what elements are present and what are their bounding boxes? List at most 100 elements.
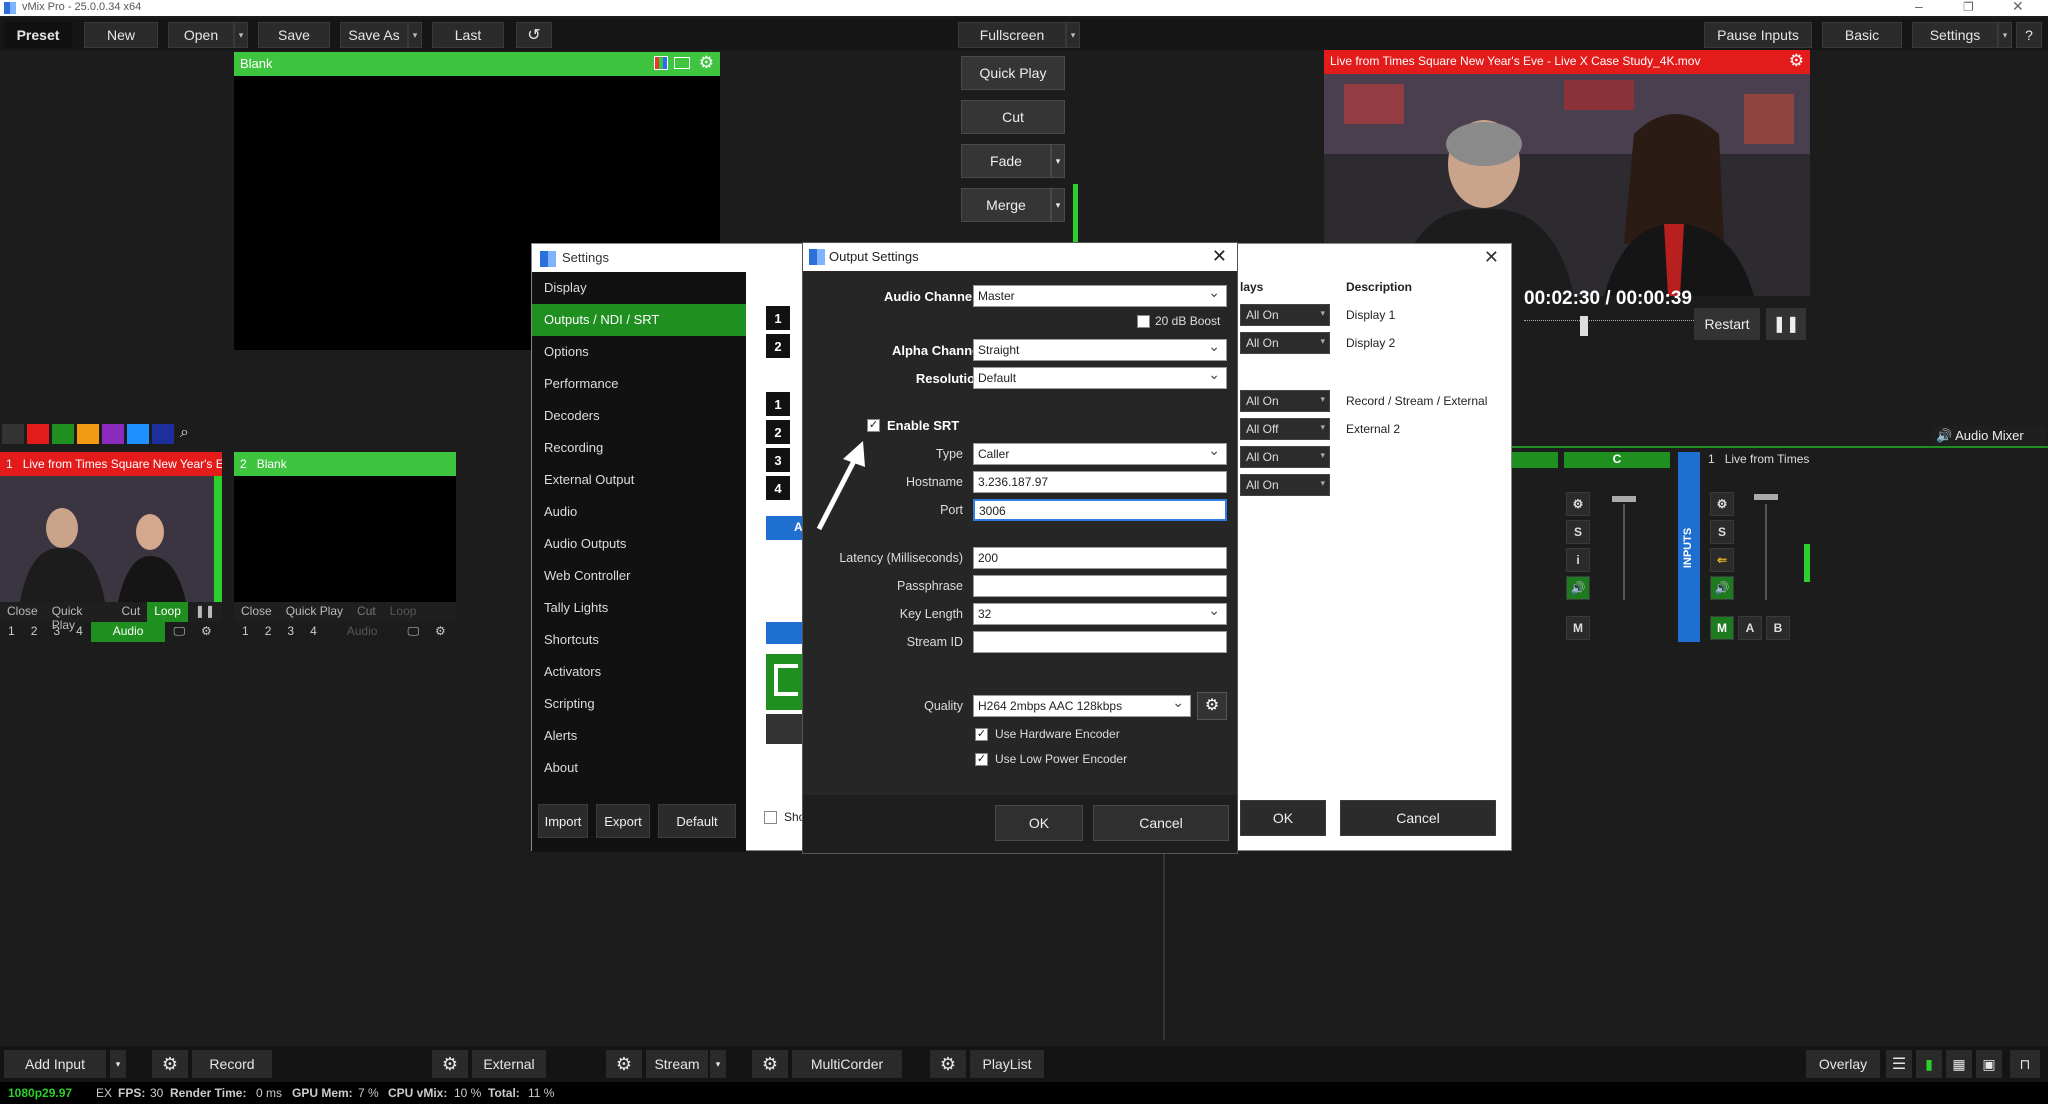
close-icon[interactable]: ✕ (2012, 0, 2024, 15)
monitor-icon[interactable]: 🖵 (165, 622, 193, 642)
multicorder-button[interactable]: MultiCorder (792, 1050, 902, 1078)
help-button[interactable]: ? (2016, 22, 2042, 48)
output-cancel-button[interactable]: Cancel (1093, 805, 1229, 841)
settings-sidebar-item[interactable]: Options (532, 336, 746, 368)
stream-id-input[interactable] (973, 631, 1227, 653)
open-dropdown-icon[interactable]: ▾ (234, 22, 248, 48)
enable-srt-checkbox[interactable]: ✓ (867, 419, 880, 432)
audio-button[interactable]: Audio (325, 622, 400, 642)
settings-sidebar-item[interactable]: External Output (532, 464, 746, 496)
external-button[interactable]: External (472, 1050, 546, 1078)
basic-button[interactable]: Basic (1822, 22, 1902, 48)
gear-icon[interactable]: ⚙ (699, 53, 714, 73)
srt-button[interactable] (766, 622, 806, 644)
close-icon[interactable]: ✕ (1484, 247, 1499, 268)
arrow-left-icon[interactable]: ⇐ (1710, 548, 1734, 572)
volume-fader[interactable] (1754, 494, 1778, 500)
solo-button[interactable]: S (1710, 520, 1734, 544)
undo-icon[interactable]: ↺ (516, 22, 552, 48)
fade-button[interactable]: Fade (961, 144, 1051, 178)
low-power-encoder-checkbox[interactable]: ✓ (975, 753, 988, 766)
settings-sidebar-item[interactable]: Activators (532, 656, 746, 688)
gear-icon[interactable]: ⚙ (752, 1050, 788, 1078)
mute-button[interactable]: M (1710, 616, 1734, 640)
color-swatch-navy[interactable] (152, 424, 174, 444)
settings-ok-button[interactable]: OK (1240, 800, 1326, 836)
overlay-icon[interactable] (674, 57, 690, 69)
settings-sidebar-item[interactable]: Tally Lights (532, 592, 746, 624)
key-length-select[interactable]: 32 (973, 602, 1227, 625)
volume-fader[interactable] (1612, 496, 1636, 502)
gear-icon[interactable]: ⚙ (432, 1050, 468, 1078)
bus-a-button[interactable]: A (1738, 616, 1762, 640)
preset-button[interactable]: Preset (4, 22, 72, 48)
ndi-button[interactable]: A (766, 516, 806, 540)
latency-input[interactable]: 200 (973, 547, 1227, 569)
overlay-dropdown-2[interactable]: All On (1240, 332, 1330, 354)
settings-sidebar-item[interactable]: Alerts (532, 720, 746, 752)
merge-dropdown-icon[interactable]: ▾ (1051, 188, 1065, 222)
seek-bar[interactable] (1524, 320, 1694, 324)
type-select[interactable]: Caller (973, 442, 1227, 465)
settings-sidebar-item[interactable]: Audio Outputs (532, 528, 746, 560)
port-input[interactable]: 3006 (973, 499, 1227, 521)
gear-icon[interactable]: ⚙ (1566, 492, 1590, 516)
audio-channels-select[interactable]: Master (973, 284, 1227, 307)
audio-meter-icon[interactable]: ▮ (1916, 1050, 1942, 1078)
speaker-icon[interactable]: 🔊 (1566, 576, 1590, 600)
gear-icon[interactable]: ⚙ (427, 622, 454, 642)
pause-icon[interactable]: ❚❚ (188, 602, 222, 622)
color-swatch-orange[interactable] (77, 424, 99, 444)
settings-cancel-button[interactable]: Cancel (1340, 800, 1496, 836)
restore-icon[interactable]: ❐ (1963, 0, 1974, 14)
screenshot-icon[interactable]: ▣ (1976, 1050, 2002, 1078)
cut-button[interactable]: Cut (961, 100, 1065, 134)
seek-handle[interactable] (1580, 316, 1588, 336)
add-input-button[interactable]: Add Input (4, 1050, 106, 1078)
cut-button[interactable]: Cut (115, 602, 148, 622)
overlay-dropdown-5[interactable]: All On (1240, 446, 1330, 468)
settings-sidebar-item[interactable]: Display (532, 272, 746, 304)
cut-button[interactable]: Cut (350, 602, 383, 622)
overlay-4-button[interactable]: 4 (68, 622, 91, 642)
minimize-icon[interactable]: – (1915, 0, 1923, 14)
overlay-dropdown-3[interactable]: All On (1240, 390, 1330, 412)
lock-icon[interactable]: ⊓ (2010, 1050, 2040, 1078)
new-button[interactable]: New (84, 22, 158, 48)
settings-dropdown-icon[interactable]: ▾ (1998, 22, 2012, 48)
overlay-1-button[interactable]: 1 (0, 622, 23, 642)
loop-button[interactable]: Loop (147, 602, 188, 622)
close-button[interactable]: Close (234, 602, 279, 622)
output-ok-button[interactable]: OK (995, 805, 1083, 841)
boost-checkbox[interactable] (1137, 315, 1150, 328)
list-view-icon[interactable]: ☰ (1886, 1050, 1912, 1078)
grid-view-icon[interactable]: ▦ (1946, 1050, 1972, 1078)
close-button[interactable]: Close (0, 602, 45, 622)
settings-sidebar-item[interactable]: Shortcuts (532, 624, 746, 656)
passphrase-input[interactable] (973, 575, 1227, 597)
overlay-dropdown-6[interactable]: All On (1240, 474, 1330, 496)
gear-icon[interactable]: ⚙ (1710, 492, 1734, 516)
restart-button[interactable]: Restart (1694, 308, 1760, 340)
add-input-dropdown-icon[interactable]: ▾ (110, 1050, 126, 1078)
color-swatch-purple[interactable] (102, 424, 124, 444)
overlay-4-button[interactable]: 4 (302, 622, 325, 642)
save-as-dropdown-icon[interactable]: ▾ (408, 22, 422, 48)
fullscreen-dropdown-icon[interactable]: ▾ (1066, 22, 1080, 48)
settings-sidebar-item[interactable]: About (532, 752, 746, 784)
alpha-channel-select[interactable]: Straight (973, 338, 1227, 361)
monitor-icon[interactable]: 🖵 (399, 622, 427, 642)
quick-play-button[interactable]: Quick Play (961, 56, 1065, 90)
gear-icon[interactable]: ⚙ (930, 1050, 966, 1078)
overlay-2-button[interactable]: 2 (23, 622, 46, 642)
open-button[interactable]: Open (168, 22, 234, 48)
gear-icon[interactable]: ⚙ (1197, 692, 1227, 720)
pause-inputs-button[interactable]: Pause Inputs (1704, 22, 1812, 48)
overlay-button[interactable]: Overlay (1806, 1050, 1880, 1078)
loop-button[interactable]: Loop (383, 602, 424, 622)
hardware-encoder-checkbox[interactable]: ✓ (975, 728, 988, 741)
pause-icon[interactable]: ❚❚ (1766, 308, 1806, 340)
gear-icon[interactable]: ⚙ (1789, 51, 1804, 71)
settings-sidebar-item[interactable]: Audio (532, 496, 746, 528)
color-swatch-blue[interactable] (127, 424, 149, 444)
